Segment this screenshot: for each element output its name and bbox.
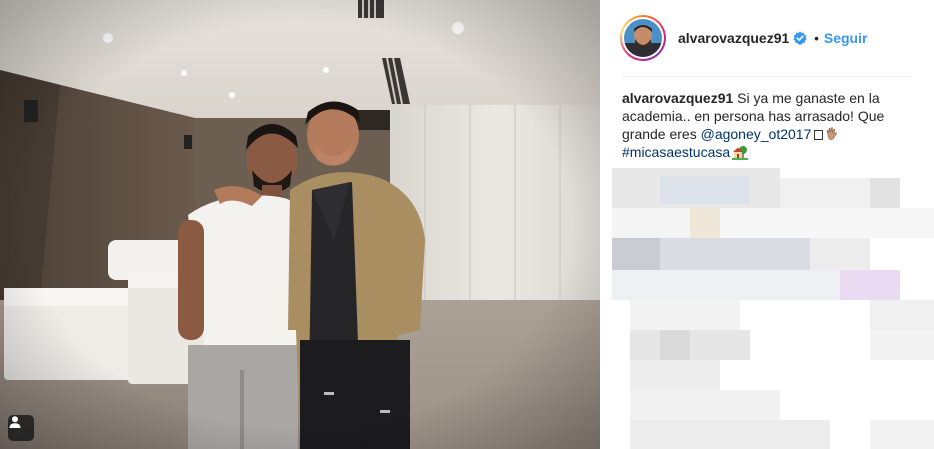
caption-mention-link[interactable]: @agoney_ot2017 [701,126,812,142]
verified-badge-icon [793,31,807,45]
avatar-border [622,17,664,59]
avatar-image [624,19,662,57]
caption-hashtag-link[interactable]: #micasaestucasa [622,144,730,160]
square-glyph-emoji [814,130,824,140]
header-separator: • [814,30,819,46]
caption-username[interactable]: alvarovazquez91 [622,90,733,106]
post-caption: alvarovazquez91 Si ya me ganaste en la a… [622,89,912,161]
photo-scene [0,0,600,449]
user-tag-icon[interactable] [8,415,34,441]
house-with-garden-emoji [732,146,749,160]
pixelated-comments [612,168,934,449]
post-username[interactable]: alvarovazquez91 [678,30,789,46]
waving-hand-emoji [827,127,838,140]
avatar[interactable] [620,15,666,61]
follow-button[interactable]: Seguir [824,30,868,46]
post-header: alvarovazquez91 • Seguir [600,0,934,76]
person-icon [9,416,21,428]
header-divider [622,76,910,77]
post-photo[interactable] [0,0,600,449]
